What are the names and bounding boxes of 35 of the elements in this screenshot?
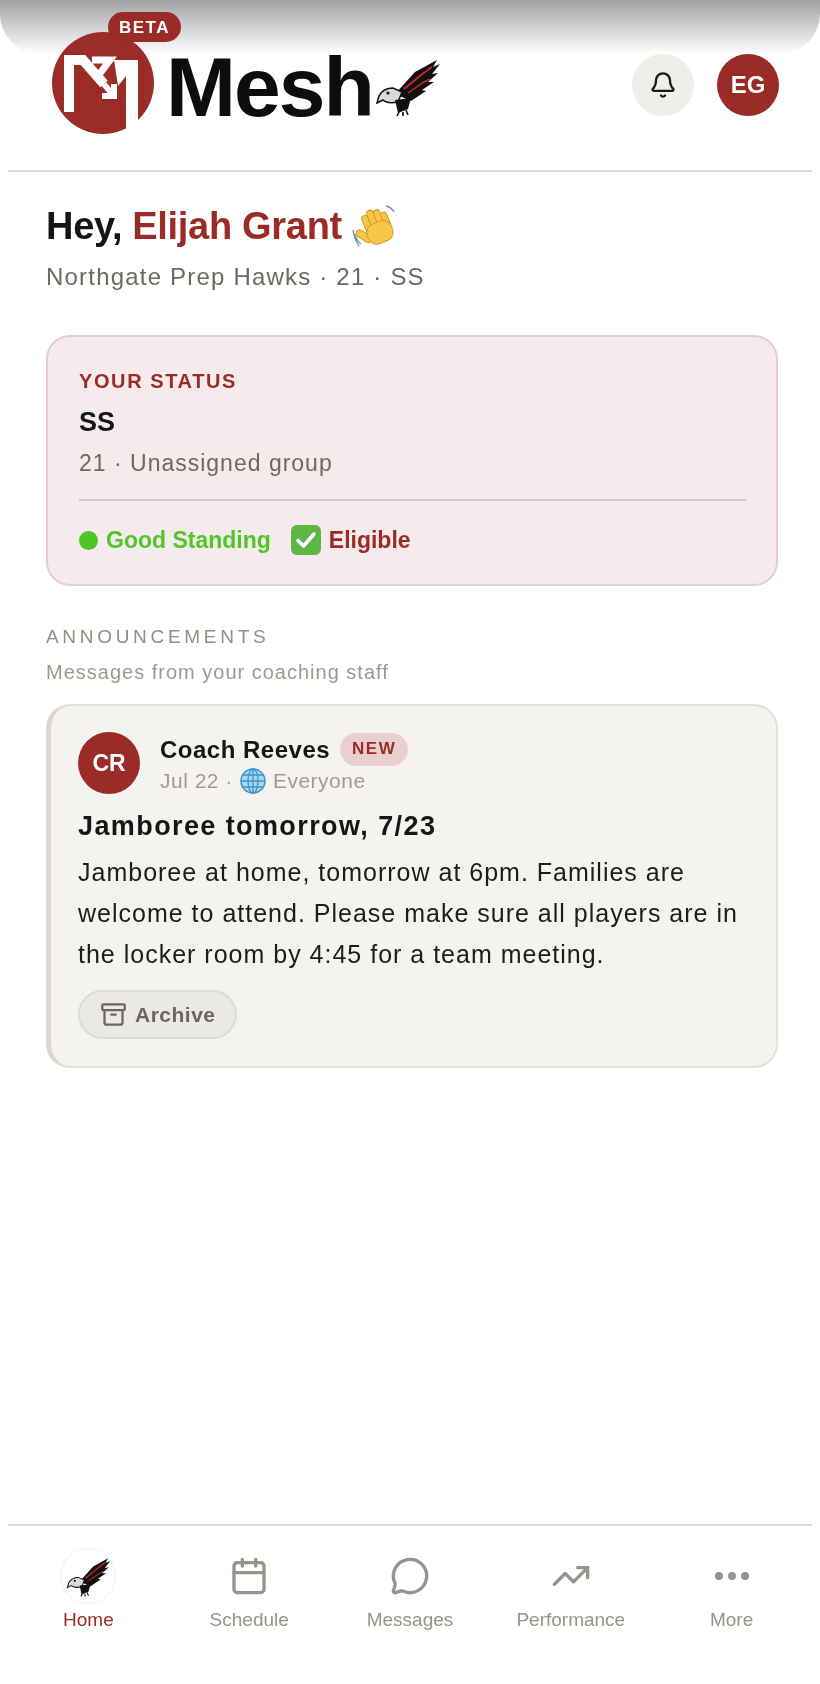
nav-tab[interactable]: More xyxy=(651,1526,812,1632)
nav-tab[interactable]: Messages xyxy=(329,1526,491,1632)
bell-icon xyxy=(649,71,677,99)
author-name: Coach Reeves xyxy=(160,734,331,765)
logo-wordmark: Mesh xyxy=(166,45,373,129)
announcement-title: Jamboree tomorrow, 7/23 xyxy=(78,810,438,843)
beta-badge: BETA xyxy=(108,12,181,42)
user-name: Elijah Grant xyxy=(132,204,342,249)
waving-hand-icon xyxy=(351,204,396,248)
chat-bubble-icon xyxy=(390,1556,430,1596)
hawk-icon xyxy=(374,58,441,116)
section-subtitle: Messages from your coaching staff xyxy=(46,660,390,684)
player-details: 21 · Unassigned group xyxy=(79,449,334,478)
greeting-text: Hey, xyxy=(46,204,123,249)
more-icon xyxy=(714,1572,749,1580)
announcement-body: Jamboree at home, tomorrow at 6pm. Families are welcome to attend. Please make sure all players are in the locker room by 4:45 for a team meeting. xyxy=(78,857,739,970)
nav-tab[interactable]: Schedule xyxy=(168,1526,330,1632)
hawk-icon xyxy=(60,1548,117,1604)
archive-box-icon xyxy=(100,1001,127,1028)
eligibility-status: Eligible xyxy=(328,526,411,554)
status-label: YOUR STATUS xyxy=(79,369,238,394)
archive-button[interactable]: Archive xyxy=(78,990,237,1039)
globe-icon xyxy=(239,767,266,794)
post-date: Jul 22 · xyxy=(160,767,233,794)
nav-tab[interactable]: Home xyxy=(8,1526,169,1632)
audience-label: Everyone xyxy=(272,767,366,794)
check-box-icon xyxy=(290,525,321,555)
profile-avatar[interactable]: EG xyxy=(717,54,779,116)
section-title: ANNOUNCEMENTS xyxy=(46,625,271,649)
author-avatar: CR xyxy=(78,732,140,794)
team-info: Northgate Prep Hawks · 21 · SS xyxy=(46,262,426,292)
nav-tab[interactable]: Performance xyxy=(490,1526,652,1632)
standing-status: Good Standing xyxy=(106,526,271,554)
new-badge: NEW xyxy=(340,732,409,766)
player-position: SS xyxy=(79,406,117,438)
